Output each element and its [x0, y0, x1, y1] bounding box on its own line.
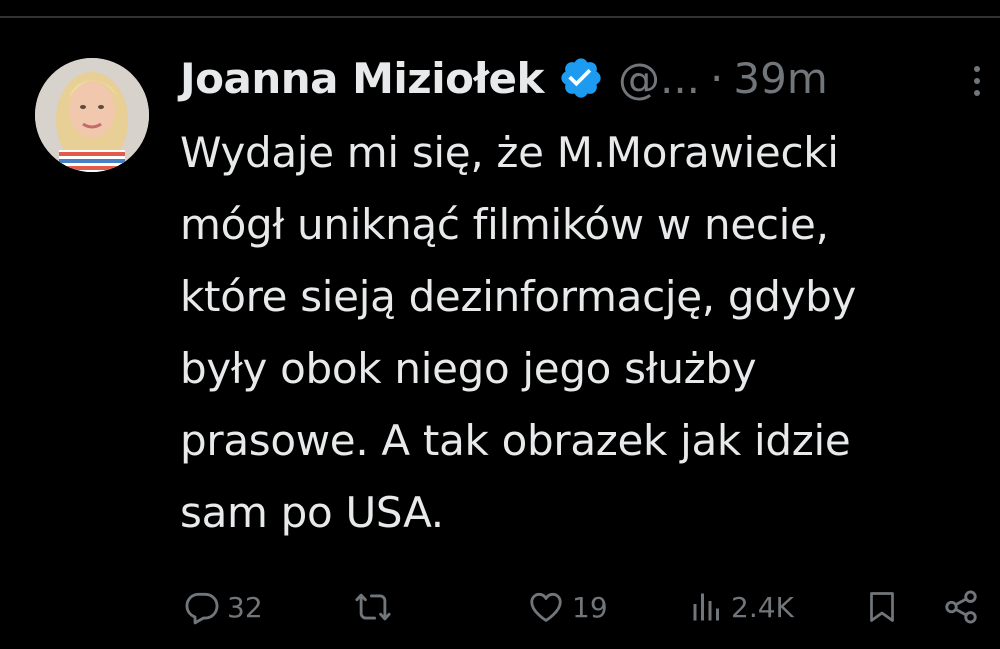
tweet-text: Wydaje mi się, że M.Morawiecki mógł unik…: [180, 117, 1000, 549]
tweet-text-line: które sieją dezinformację, gdyby: [180, 272, 857, 321]
more-options-icon[interactable]: [966, 63, 988, 99]
share-button[interactable]: [941, 582, 981, 632]
views-button[interactable]: 2.4K: [689, 582, 794, 632]
tweet-text-line: mógł uniknąć filmików w necie,: [180, 200, 829, 249]
reply-icon: [183, 588, 221, 626]
avatar-image: [35, 58, 149, 172]
reply-button[interactable]: 32: [183, 582, 263, 632]
views-chart-icon: [689, 588, 725, 626]
like-button[interactable]: 19: [526, 582, 608, 632]
retweet-button[interactable]: [353, 582, 399, 632]
like-count: 19: [572, 590, 608, 624]
tweet-text-line: prasowe. A tak obrazek jak idzie: [180, 416, 851, 465]
reply-count: 32: [227, 590, 263, 624]
tweet-actions-bar: 32 19 2.4K: [0, 582, 1000, 632]
tweet-text-line: sam po USA.: [180, 488, 444, 537]
retweet-icon: [353, 588, 393, 626]
tweet-header: Joanna Miziołek @... · 39m: [180, 48, 828, 108]
author-handle[interactable]: @...: [618, 54, 700, 103]
views-count: 2.4K: [731, 590, 794, 624]
share-icon: [941, 588, 981, 626]
verified-badge-icon: [558, 55, 604, 101]
tweet-timestamp[interactable]: 39m: [733, 54, 827, 103]
tweet-text-line: były obok niego jego służby: [180, 344, 757, 393]
tweet-text-line: Wydaje mi się, że M.Morawiecki: [180, 128, 839, 177]
bookmark-button[interactable]: [864, 582, 900, 632]
header-separator: ·: [710, 53, 724, 103]
bookmark-icon: [864, 588, 900, 626]
author-display-name[interactable]: Joanna Miziołek: [180, 54, 544, 103]
avatar[interactable]: [35, 58, 149, 172]
heart-icon: [526, 588, 566, 626]
top-divider: [0, 16, 1000, 18]
